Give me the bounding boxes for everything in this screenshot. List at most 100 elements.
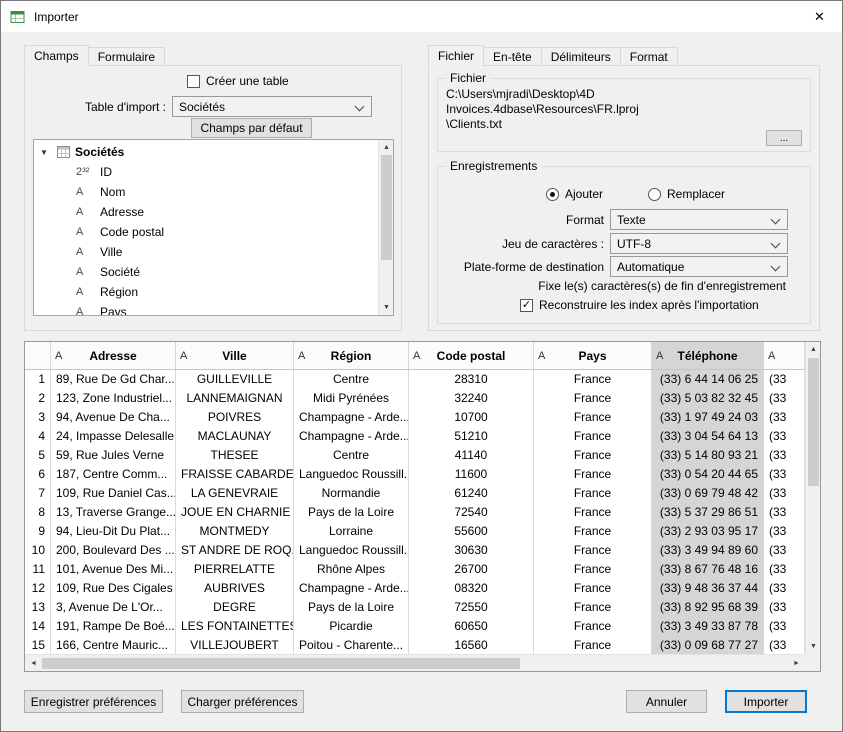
- grid-cell[interactable]: (33) 5 14 80 93 21: [652, 446, 764, 465]
- grid-cell[interactable]: 191, Rampe De Boé...: [51, 617, 176, 636]
- grid-cell[interactable]: 11600: [409, 465, 534, 484]
- replace-radio[interactable]: [648, 188, 661, 201]
- grid-cell[interactable]: 28310: [409, 370, 534, 389]
- grid-cell[interactable]: France: [534, 617, 652, 636]
- column-header[interactable]: AAdresse: [51, 342, 176, 369]
- grid-cell[interactable]: 08320: [409, 579, 534, 598]
- scroll-up-icon[interactable]: ▲: [379, 140, 394, 155]
- grid-cell[interactable]: France: [534, 636, 652, 654]
- field-tree-item[interactable]: ANom: [34, 182, 378, 202]
- grid-cell[interactable]: 41140: [409, 446, 534, 465]
- rebuild-index-checkbox[interactable]: ✓: [520, 299, 533, 312]
- grid-cell[interactable]: (33: [764, 598, 805, 617]
- grid-cell[interactable]: (33: [764, 427, 805, 446]
- column-header[interactable]: A: [764, 342, 805, 369]
- grid-cell[interactable]: (33: [764, 560, 805, 579]
- grid-cell[interactable]: JOUE EN CHARNIE: [176, 503, 294, 522]
- grid-cell[interactable]: (33) 5 03 82 32 45: [652, 389, 764, 408]
- grid-cell[interactable]: (33) 8 92 95 68 39: [652, 598, 764, 617]
- grid-cell[interactable]: 94, Lieu-Dit Du Plat...: [51, 522, 176, 541]
- tree-scroll-thumb[interactable]: [381, 155, 392, 260]
- grid-cell[interactable]: GUILLEVILLE: [176, 370, 294, 389]
- grid-cell[interactable]: 109, Rue Des Cigales: [51, 579, 176, 598]
- grid-cell[interactable]: MACLAUNAY: [176, 427, 294, 446]
- grid-cell[interactable]: Rhône Alpes: [294, 560, 409, 579]
- field-tree-item[interactable]: AVille: [34, 242, 378, 262]
- tab-fichier[interactable]: Fichier: [428, 45, 484, 66]
- platform-select[interactable]: Automatique: [610, 256, 788, 277]
- grid-cell[interactable]: France: [534, 503, 652, 522]
- grid-cell[interactable]: VILLEJOUBERT: [176, 636, 294, 654]
- grid-cell[interactable]: (33) 3 49 94 89 60: [652, 541, 764, 560]
- grid-cell[interactable]: (33) 0 09 68 77 27: [652, 636, 764, 654]
- grid-cell[interactable]: (33: [764, 503, 805, 522]
- grid-cell[interactable]: Picardie: [294, 617, 409, 636]
- grid-cell[interactable]: Midi Pyrénées: [294, 389, 409, 408]
- grid-cell[interactable]: (33: [764, 446, 805, 465]
- grid-cell[interactable]: LANNEMAIGNAN: [176, 389, 294, 408]
- grid-cell[interactable]: (33) 2 93 03 95 17: [652, 522, 764, 541]
- column-header[interactable]: ACode postal: [409, 342, 534, 369]
- table-import-select[interactable]: Sociétés: [172, 96, 372, 117]
- tab-delimiteurs[interactable]: Délimiteurs: [541, 47, 621, 66]
- grid-cell[interactable]: France: [534, 408, 652, 427]
- grid-horizontal-scrollbar[interactable]: ◄ ►: [25, 654, 805, 671]
- tab-entete[interactable]: En-tête: [483, 47, 542, 66]
- grid-cell[interactable]: Centre: [294, 370, 409, 389]
- grid-cell[interactable]: 187, Centre Comm...: [51, 465, 176, 484]
- grid-cell[interactable]: 59, Rue Jules Verne: [51, 446, 176, 465]
- grid-cell[interactable]: (33: [764, 541, 805, 560]
- grid-cell[interactable]: 55600: [409, 522, 534, 541]
- column-header[interactable]: ARégion: [294, 342, 409, 369]
- grid-cell[interactable]: PIERRELATTE: [176, 560, 294, 579]
- grid-cell[interactable]: France: [534, 522, 652, 541]
- field-tree-item[interactable]: 2³²ID: [34, 162, 378, 182]
- grid-cell[interactable]: 72550: [409, 598, 534, 617]
- append-radio[interactable]: [546, 188, 559, 201]
- grid-cell[interactable]: France: [534, 484, 652, 503]
- grid-cell[interactable]: (33: [764, 465, 805, 484]
- grid-cell[interactable]: Normandie: [294, 484, 409, 503]
- grid-cell[interactable]: (33) 5 37 29 86 51: [652, 503, 764, 522]
- grid-cell[interactable]: (33: [764, 370, 805, 389]
- tab-formulaire[interactable]: Formulaire: [88, 47, 165, 66]
- grid-cell[interactable]: (33) 8 67 76 48 16: [652, 560, 764, 579]
- tab-champs[interactable]: Champs: [24, 45, 89, 66]
- grid-cell[interactable]: (33: [764, 389, 805, 408]
- grid-cell[interactable]: France: [534, 598, 652, 617]
- format-select[interactable]: Texte: [610, 209, 788, 230]
- grid-cell[interactable]: Pays de la Loire: [294, 503, 409, 522]
- grid-cell[interactable]: (33: [764, 579, 805, 598]
- grid-cell[interactable]: Languedoc Roussill...: [294, 541, 409, 560]
- grid-cell[interactable]: (33) 0 69 79 48 42: [652, 484, 764, 503]
- grid-cell[interactable]: 13, Traverse Grange...: [51, 503, 176, 522]
- grid-cell[interactable]: Champagne - Arde...: [294, 579, 409, 598]
- grid-cell[interactable]: Poitou - Charente...: [294, 636, 409, 654]
- grid-cell[interactable]: Centre: [294, 446, 409, 465]
- field-tree-item[interactable]: AAdresse: [34, 202, 378, 222]
- grid-cell[interactable]: 60650: [409, 617, 534, 636]
- grid-cell[interactable]: 24, Impasse Delesalle: [51, 427, 176, 446]
- tab-format[interactable]: Format: [620, 47, 678, 66]
- column-header[interactable]: APays: [534, 342, 652, 369]
- grid-cell[interactable]: (33: [764, 636, 805, 654]
- grid-cell[interactable]: 123, Zone Industriel...: [51, 389, 176, 408]
- grid-cell[interactable]: 94, Avenue De Cha...: [51, 408, 176, 427]
- tree-root-societes[interactable]: ▼ Sociétés: [34, 142, 378, 162]
- grid-cell[interactable]: 101, Avenue Des Mi...: [51, 560, 176, 579]
- grid-cell[interactable]: 51210: [409, 427, 534, 446]
- grid-cell[interactable]: 32240: [409, 389, 534, 408]
- close-icon[interactable]: ✕: [797, 1, 842, 32]
- grid-cell[interactable]: 72540: [409, 503, 534, 522]
- grid-cell[interactable]: (33: [764, 484, 805, 503]
- grid-cell[interactable]: (33: [764, 408, 805, 427]
- grid-vertical-scrollbar[interactable]: ▲ ▼: [805, 342, 820, 654]
- grid-cell[interactable]: (33) 9 48 36 37 44: [652, 579, 764, 598]
- grid-cell[interactable]: MONTMEDY: [176, 522, 294, 541]
- grid-cell[interactable]: LES FONTAINETTES: [176, 617, 294, 636]
- scroll-down-icon[interactable]: ▼: [379, 300, 394, 315]
- grid-cell[interactable]: (33: [764, 522, 805, 541]
- grid-vscroll-thumb[interactable]: [808, 358, 819, 486]
- grid-cell[interactable]: France: [534, 370, 652, 389]
- field-tree-item[interactable]: APays: [34, 302, 378, 315]
